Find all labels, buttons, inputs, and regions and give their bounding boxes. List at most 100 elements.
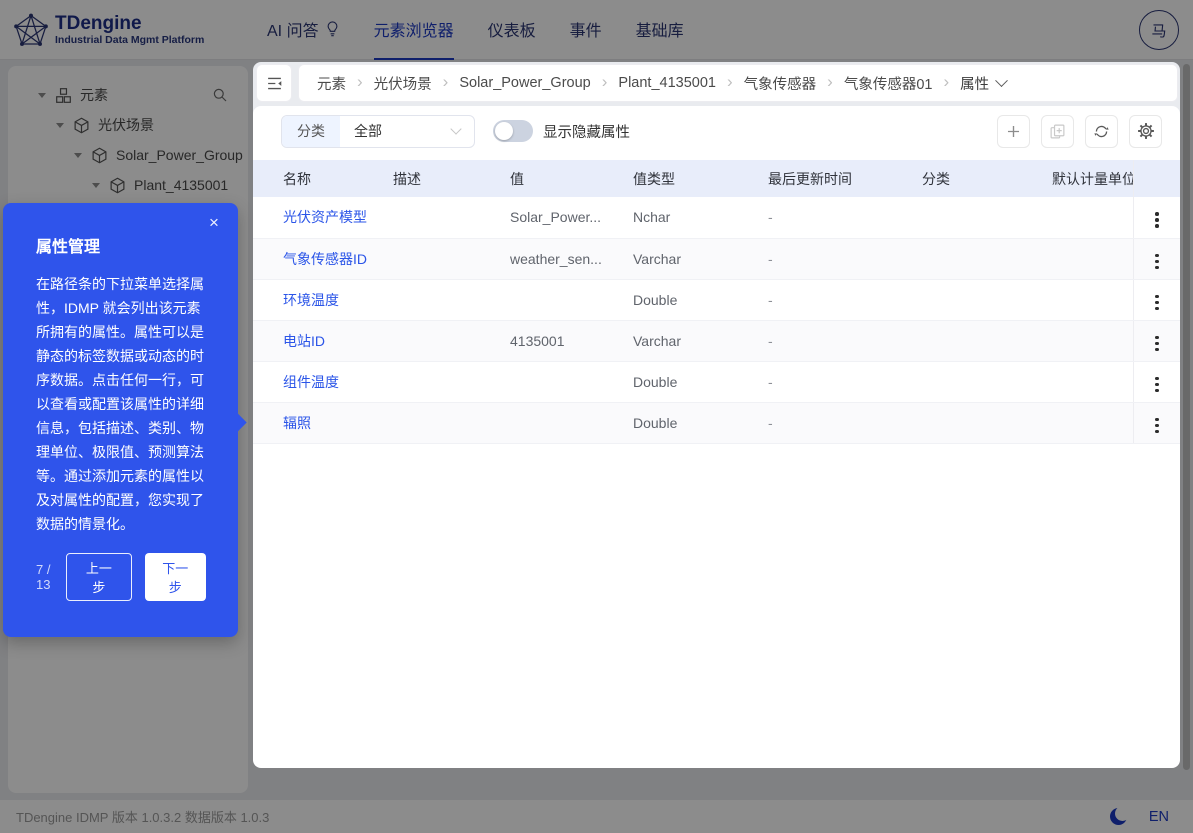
breadcrumb-current-label: 属性 (960, 76, 990, 93)
breadcrumb-item[interactable]: 气象传感器01 (844, 73, 933, 94)
breadcrumb: 元素 › 光伏场景 › Solar_Power_Group › Plant_41… (298, 64, 1178, 102)
settings-button[interactable] (1129, 114, 1162, 148)
tour-next-button[interactable]: 下一步 (144, 553, 206, 601)
caret-down-icon[interactable] (38, 92, 46, 98)
chevron-down-icon (450, 123, 462, 135)
property-default-unit (1037, 197, 1133, 239)
cube-icon (109, 177, 126, 194)
refresh-button[interactable] (1085, 114, 1118, 148)
column-header-value[interactable]: 值 (495, 160, 618, 197)
breadcrumb-item[interactable]: Plant_4135001 (618, 75, 716, 91)
row-menu-button[interactable] (1147, 373, 1167, 397)
breadcrumb-separator: › (357, 72, 363, 91)
table-row[interactable]: 环境温度 Double - (253, 279, 1180, 321)
property-last-updated: - (753, 238, 907, 280)
refresh-icon (1094, 125, 1109, 137)
row-menu-button[interactable] (1147, 414, 1167, 438)
main-nav: AI 问答 元素浏览器 仪表板 事件 基础库 (250, 0, 701, 60)
properties-table: 名称 描述 值 值类型 最后更新时间 分类 默认计量单位 光伏资产模型 Sola… (253, 160, 1180, 444)
tree-item-solar-power-group[interactable]: Solar_Power_Group (8, 140, 248, 170)
tree-item-plant-4135001[interactable]: Plant_4135001 (8, 170, 248, 200)
logo-subtitle: Industrial Data Mgmt Platform (55, 33, 205, 46)
cube-icon (73, 117, 90, 134)
property-name-link[interactable]: 电站ID (253, 320, 378, 362)
filter-toolbar: 分类 全部 显示隐藏属性 (253, 106, 1180, 156)
property-value-type: Varchar (618, 238, 753, 280)
property-value-type: Double (618, 361, 753, 403)
nav-item-label: 基础库 (635, 22, 684, 40)
close-icon[interactable]: × (203, 212, 225, 234)
property-value (495, 279, 618, 321)
property-name-link[interactable]: 气象传感器ID (253, 238, 378, 280)
breadcrumb-item[interactable]: Solar_Power_Group (459, 75, 590, 91)
property-name-link[interactable]: 环境温度 (253, 279, 378, 321)
tree-item-elements[interactable]: 元素 (8, 80, 248, 110)
table-row[interactable]: 气象传感器ID weather_sen... Varchar - (253, 238, 1180, 280)
column-header-description[interactable]: 描述 (378, 160, 495, 197)
caret-down-icon[interactable] (56, 122, 64, 128)
add-property-button[interactable] (997, 114, 1030, 148)
breadcrumb-current-dropdown[interactable]: 属性 (960, 73, 1009, 94)
nav-item-events[interactable]: 事件 (570, 0, 602, 60)
column-header-name[interactable]: 名称 (253, 160, 378, 197)
property-category (907, 361, 1037, 403)
property-last-updated: - (753, 197, 907, 239)
row-menu-button[interactable] (1147, 291, 1167, 315)
nav-item-ai-qa[interactable]: AI 问答 (267, 0, 340, 60)
table-row[interactable]: 辐照 Double - (253, 402, 1180, 444)
tree-item-label: Plant_4135001 (134, 177, 229, 193)
breadcrumb-item[interactable]: 元素 (317, 73, 346, 94)
tour-popover: × 属性管理 在路径条的下拉菜单选择属性，IDMP 就会列出该元素所拥有的属性。… (3, 203, 247, 637)
breadcrumb-separator: › (943, 72, 950, 91)
property-category (907, 279, 1037, 321)
property-description (378, 320, 495, 362)
table-row[interactable]: 组件温度 Double - (253, 361, 1180, 403)
copy-property-button[interactable] (1041, 114, 1074, 148)
tree-item-label: 元素 (80, 87, 108, 103)
tour-prev-button[interactable]: 上一步 (66, 553, 132, 601)
table-row[interactable]: 光伏资产模型 Solar_Power... Nchar - (253, 197, 1180, 239)
nav-item-base-library[interactable]: 基础库 (636, 0, 684, 60)
row-menu-button[interactable] (1147, 208, 1167, 232)
row-menu-button[interactable] (1147, 250, 1167, 274)
search-icon[interactable] (212, 87, 228, 103)
property-description (378, 361, 495, 403)
property-name-link[interactable]: 光伏资产模型 (253, 197, 378, 239)
property-value: 4135001 (495, 320, 618, 362)
caret-down-icon[interactable] (92, 182, 100, 188)
tour-step-counter: 7 / 13 (36, 562, 51, 592)
tdengine-logo-icon (14, 13, 48, 46)
row-menu-button[interactable] (1147, 332, 1167, 356)
caret-down-icon[interactable] (74, 152, 82, 158)
property-value-type: Nchar (618, 197, 753, 239)
vertical-scrollbar[interactable] (1183, 64, 1190, 770)
property-value: weather_sen... (495, 238, 618, 280)
category-select-value: 全部 (354, 123, 382, 139)
column-header-actions (1132, 160, 1180, 197)
show-hidden-properties-toggle[interactable] (493, 120, 533, 142)
language-toggle[interactable]: EN (1149, 809, 1169, 825)
column-header-last-updated[interactable]: 最后更新时间 (753, 160, 907, 197)
breadcrumb-item[interactable]: 光伏场景 (374, 73, 432, 94)
nav-item-element-browser[interactable]: 元素浏览器 (373, 0, 454, 60)
breadcrumb-item[interactable]: 气象传感器 (744, 73, 817, 94)
nav-item-label: 事件 (569, 22, 602, 40)
dark-mode-icon[interactable] (1109, 806, 1131, 825)
user-avatar[interactable]: 马 (1139, 10, 1179, 50)
category-select[interactable]: 分类 全部 (281, 114, 475, 148)
property-value-type: Double (618, 402, 753, 444)
collapse-sidebar-button[interactable] (256, 64, 292, 102)
logo-title: TDengine (55, 12, 142, 34)
tree-item-solar-scene[interactable]: 光伏场景 (8, 110, 248, 140)
nav-item-label: 元素浏览器 (373, 22, 454, 40)
table-row[interactable]: 电站ID 4135001 Varchar - (253, 320, 1180, 362)
nav-item-dashboard[interactable]: 仪表板 (488, 0, 536, 60)
column-header-default-unit[interactable]: 默认计量单位 (1037, 160, 1133, 197)
property-name-link[interactable]: 辐照 (253, 402, 378, 444)
lightbulb-icon (327, 21, 338, 37)
table-header-row: 名称 描述 值 值类型 最后更新时间 分类 默认计量单位 (253, 160, 1180, 197)
property-last-updated: - (753, 320, 907, 362)
column-header-value-type[interactable]: 值类型 (618, 160, 753, 197)
property-name-link[interactable]: 组件温度 (253, 361, 378, 403)
column-header-category[interactable]: 分类 (907, 160, 1037, 197)
